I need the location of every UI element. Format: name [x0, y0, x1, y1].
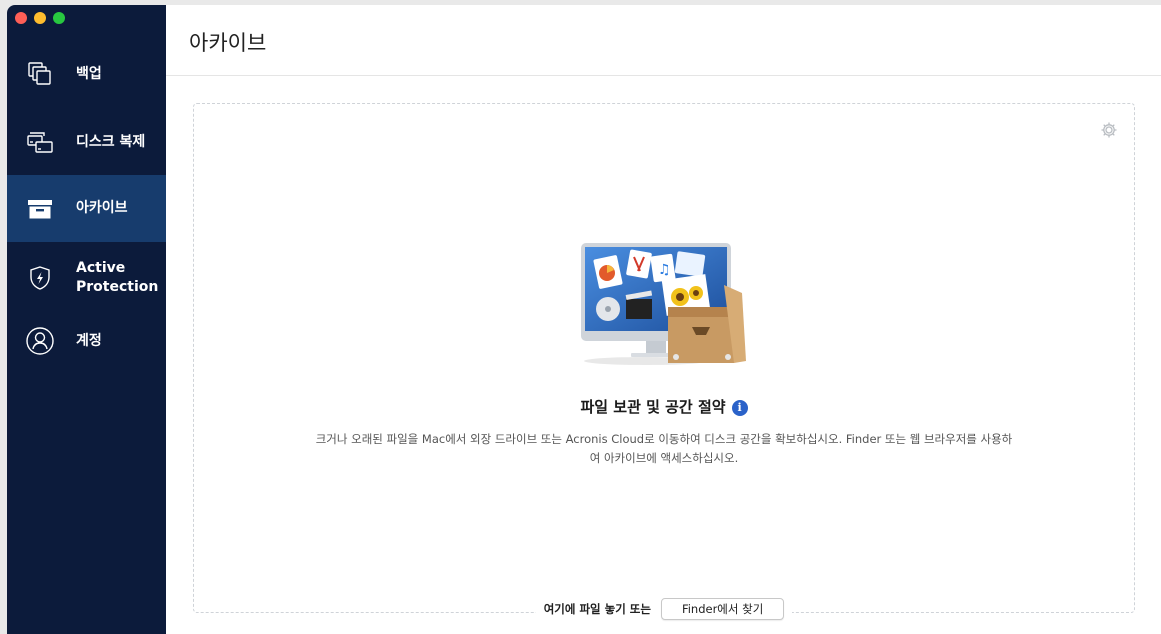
sidebar-item-label: Active Protection — [76, 260, 159, 295]
sidebar-item-backup[interactable]: 백업 — [7, 42, 166, 106]
sidebar-item-account[interactable]: 계정 — [7, 311, 166, 371]
main-content: 아카이브 ♫ 파일 보관 및 공간 절약 i 크거나 오래된 파일을 Mac에서… — [166, 5, 1161, 634]
drop-files-label: 여기에 파일 놓기 또는 — [543, 602, 651, 616]
sidebar-item-label: 아카이브 — [76, 200, 128, 216]
minimize-window-button[interactable] — [34, 12, 46, 24]
description-text: 크거나 오래된 파일을 Mac에서 외장 드라이브 또는 Acronis Clo… — [315, 432, 1013, 465]
page-title: 아카이브 — [189, 31, 267, 55]
info-icon[interactable]: i — [731, 400, 748, 416]
archive-illustration: ♫ — [576, 241, 772, 369]
file-drop-zone[interactable]: ♫ 파일 보관 및 공간 절약 i 크거나 오래된 파일을 Mac에서 외장 드… — [193, 103, 1135, 620]
close-window-button[interactable] — [15, 12, 27, 24]
headline-text: 파일 보관 및 공간 절약 — [580, 398, 726, 416]
zoom-window-button[interactable] — [53, 12, 65, 24]
sidebar-item-label: 디스크 복제 — [76, 133, 146, 150]
browse-finder-button[interactable]: Finder에서 찾기 — [660, 598, 785, 620]
drop-action-bar: 여기에 파일 놓기 또는 Finder에서 찾기 — [194, 598, 1134, 620]
gear-icon[interactable] — [1100, 121, 1118, 139]
sidebar-item-label: 백업 — [76, 65, 102, 82]
sidebar-item-disk-clone[interactable]: 디스크 복제 — [7, 109, 166, 175]
headline: 파일 보관 및 공간 절약 i — [194, 396, 1134, 417]
drop-action-inner: 여기에 파일 놓기 또는 Finder에서 찾기 — [535, 598, 793, 620]
account-user-icon — [24, 325, 56, 357]
sidebar: 백업 디스크 복제 아카이브 Active Protection 계정 — [7, 5, 166, 634]
sidebar-item-archive[interactable]: 아카이브 — [7, 175, 166, 242]
window-controls — [15, 12, 65, 24]
backup-copies-icon — [24, 58, 56, 90]
shield-bolt-icon — [24, 262, 56, 294]
archive-box-icon — [24, 193, 56, 225]
app-window: 백업 디스크 복제 아카이브 Active Protection 계정 아카이브… — [7, 5, 1161, 634]
sidebar-item-active-protection[interactable]: Active Protection — [7, 245, 166, 311]
disk-clone-icon — [24, 126, 56, 158]
sidebar-item-label: 계정 — [76, 332, 102, 349]
page-header: 아카이브 — [166, 5, 1161, 76]
svg-text:♫: ♫ — [658, 262, 671, 278]
